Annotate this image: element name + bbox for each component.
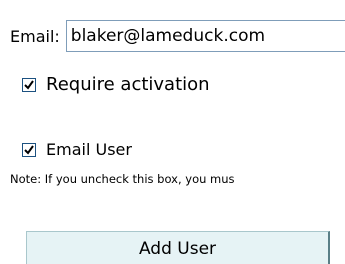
require-activation-checkbox[interactable] bbox=[22, 77, 36, 92]
email-user-label: Email User bbox=[46, 140, 132, 159]
add-user-form: Email: Require activation Email User Not… bbox=[0, 0, 345, 264]
email-user-option[interactable]: Email User bbox=[22, 140, 132, 159]
email-label: Email: bbox=[10, 26, 60, 46]
checkmark-icon bbox=[24, 144, 34, 155]
email-user-checkbox[interactable] bbox=[22, 142, 36, 157]
require-activation-label: Require activation bbox=[46, 74, 210, 95]
email-row: Email: bbox=[10, 18, 345, 54]
require-activation-option[interactable]: Require activation bbox=[22, 74, 210, 95]
checkmark-icon bbox=[24, 79, 34, 90]
email-field[interactable] bbox=[65, 20, 345, 52]
add-user-button[interactable]: Add User bbox=[26, 231, 330, 264]
uncheck-note: Note: If you uncheck this box, you mus bbox=[10, 172, 235, 186]
